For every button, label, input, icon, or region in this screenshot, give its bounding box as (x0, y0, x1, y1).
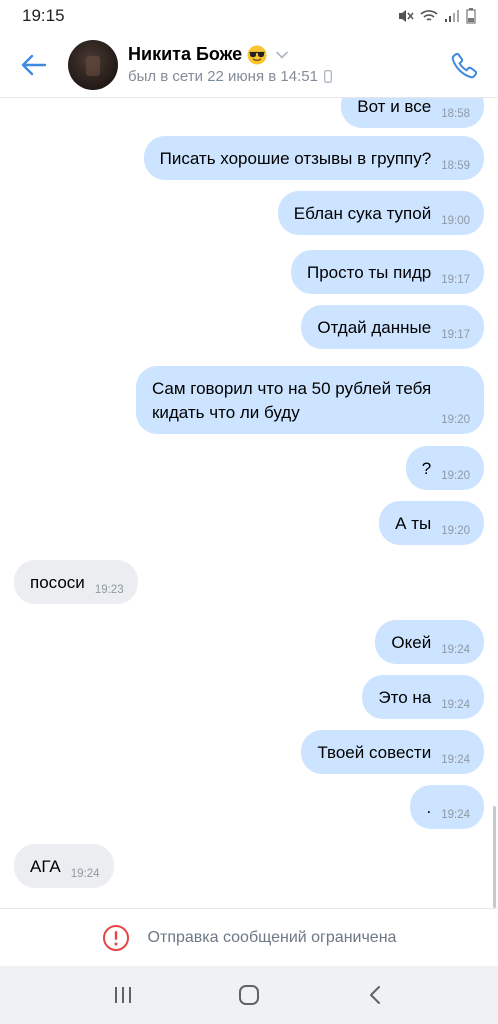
message-text: пососи (30, 573, 85, 592)
message-time: 19:17 (441, 329, 470, 341)
message-text: АГА (30, 857, 61, 876)
message-bubble-outgoing[interactable]: Твоей совести 19:24 (301, 730, 484, 774)
message-text: Вот и все (357, 98, 432, 116)
mobile-device-icon (323, 70, 332, 83)
last-seen-status: был в сети 22 июня в 14:51 (128, 68, 318, 85)
message-bubble-outgoing[interactable]: . 19:24 (410, 785, 484, 829)
message-text: Это на (378, 688, 432, 707)
call-button[interactable] (432, 32, 498, 98)
message-text: Сам говорил что на 50 рублей тебя кидать… (151, 379, 432, 422)
message-list[interactable]: Вот и все 18:58 Писать хорошие отзывы в … (0, 98, 498, 908)
message-bubble-outgoing[interactable]: А ты 19:20 (379, 501, 484, 545)
message-time: 19:24 (441, 809, 470, 821)
message-bubble-outgoing[interactable]: Просто ты пидр 19:17 (291, 250, 484, 294)
signal-icon (445, 10, 459, 22)
chat-screen: 19:15 Никита Боже был в сети 22 июня в 1… (0, 0, 498, 1024)
message-text: . (426, 798, 432, 817)
status-bar: 19:15 (0, 0, 498, 32)
back-button[interactable] (0, 32, 68, 98)
recent-apps-icon (115, 987, 131, 1003)
status-time: 19:15 (22, 6, 65, 25)
message-time: 18:59 (441, 160, 470, 172)
contact-name: Никита Боже (128, 44, 243, 64)
message-time: 19:24 (70, 868, 100, 880)
message-time: 19:24 (441, 754, 470, 766)
system-back-button[interactable] (345, 966, 405, 1024)
message-time: 19:20 (441, 525, 470, 537)
message-time: 19:24 (441, 644, 470, 656)
message-bubble-outgoing[interactable]: Это на 19:24 (362, 675, 484, 719)
wifi-icon (420, 10, 438, 21)
message-bubble-outgoing[interactable]: Отдай данные 19:17 (301, 305, 484, 349)
chevron-down-icon (276, 51, 289, 59)
message-text: Окей (391, 633, 432, 652)
message-bubble-outgoing[interactable]: Еблан сука тупой 19:00 (277, 191, 484, 235)
system-nav-bar (0, 966, 498, 1024)
sunglasses-emoji-icon (247, 45, 267, 64)
home-icon (239, 985, 259, 1005)
mute-icon (399, 10, 414, 22)
message-bubble-incoming[interactable]: АГА 19:24 (14, 844, 114, 888)
message-time: 19:17 (441, 274, 470, 286)
status-icons (398, 8, 476, 24)
back-icon (370, 986, 380, 1004)
phone-icon (451, 52, 478, 78)
message-time: 19:20 (441, 470, 470, 482)
message-time: 19:20 (441, 414, 470, 426)
message-bubble-outgoing[interactable]: Писать хорошие отзывы в группу? 18:59 (143, 136, 484, 180)
message-time: 19:24 (441, 699, 470, 711)
battery-icon (466, 8, 476, 24)
message-bubble-incoming[interactable]: пососи 19:23 (14, 560, 138, 604)
contact-info[interactable]: Никита Боже был в сети 22 июня в 14:51 (128, 44, 332, 85)
chat-header: Никита Боже был в сети 22 июня в 14:51 (0, 32, 498, 98)
message-text: Отдай данные (317, 318, 432, 337)
message-time: 19:23 (94, 584, 124, 596)
warning-icon (102, 924, 129, 951)
recent-apps-button[interactable] (93, 966, 153, 1024)
message-time: 19:00 (441, 215, 470, 227)
avatar[interactable] (68, 39, 118, 90)
message-bubble-outgoing[interactable]: Окей 19:24 (375, 620, 484, 664)
message-text: Твоей совести (317, 743, 432, 762)
restriction-bar: Отправка сообщений ограничена (0, 908, 498, 966)
message-bubble-outgoing[interactable]: ? 19:20 (405, 446, 484, 490)
arrow-left-icon (21, 54, 47, 75)
message-bubble-outgoing[interactable]: Вот и все 18:58 (341, 98, 484, 128)
chat-scrollbar[interactable] (493, 806, 496, 908)
message-text: Просто ты пидр (307, 263, 432, 282)
message-text: ? (421, 459, 432, 478)
home-button[interactable] (219, 966, 279, 1024)
message-time: 18:58 (441, 108, 470, 120)
message-bubble-outgoing[interactable]: Сам говорил что на 50 рублей тебя кидать… (135, 366, 484, 434)
restriction-text: Отправка сообщений ограничена (147, 928, 397, 946)
message-text: Писать хорошие отзывы в группу? (159, 149, 432, 168)
message-text: Еблан сука тупой (293, 204, 432, 223)
message-text: А ты (395, 514, 432, 533)
